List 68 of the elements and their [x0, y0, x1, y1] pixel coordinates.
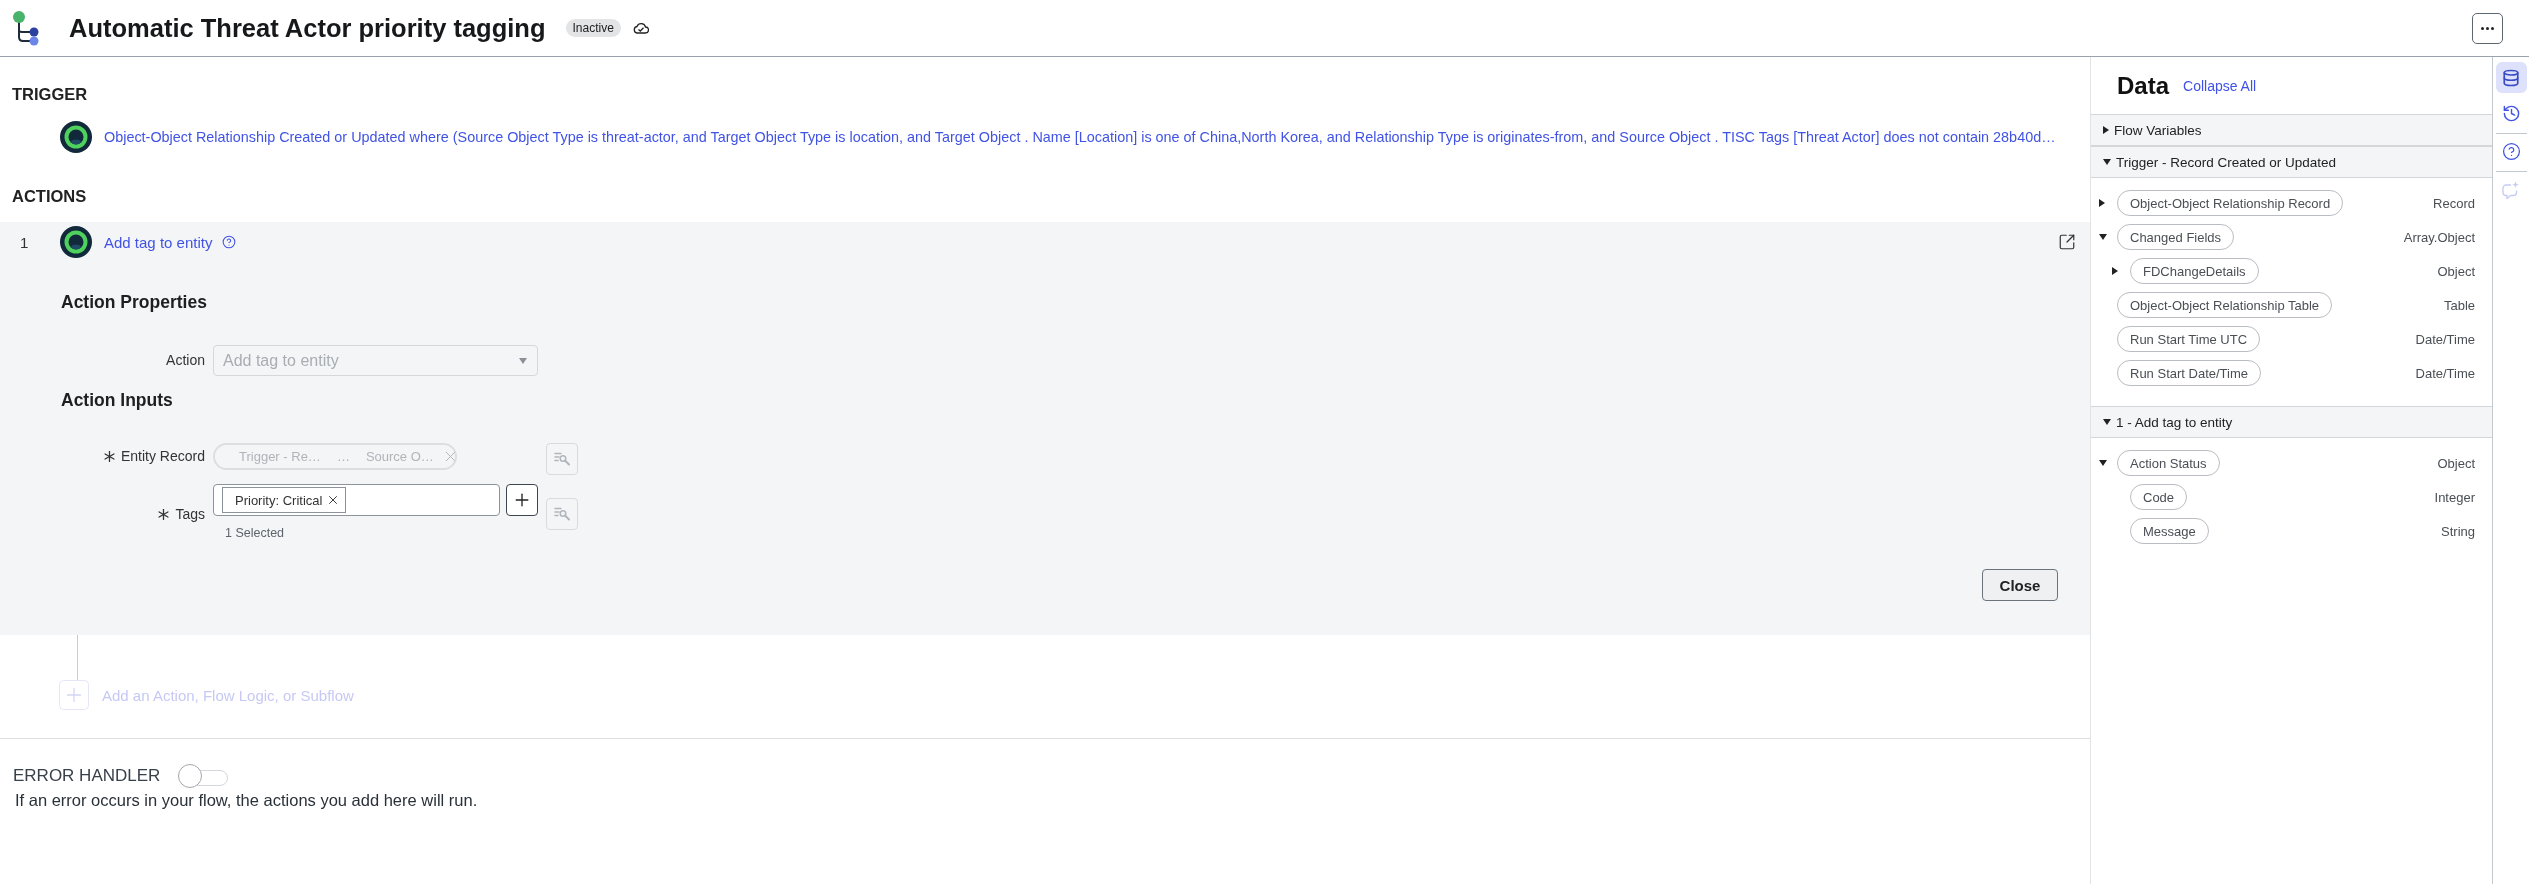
data-pill[interactable]: Run Start Date/Time	[2117, 360, 2261, 386]
data-type: Date/Time	[2415, 365, 2475, 381]
section-header[interactable]: Trigger - Record Created or Updated	[2091, 147, 2492, 178]
data-type: Record	[2433, 195, 2475, 211]
caret-down-icon[interactable]	[2099, 234, 2107, 240]
list-search-icon	[554, 452, 570, 466]
error-handler-description: If an error occurs in your flow, the actions you add here will run.	[15, 791, 478, 810]
subsection-heading: Action Inputs	[61, 389, 173, 412]
trigger-link[interactable]: Object-Object Relationship Created or Updated where (Source Object Type is threat-actor, and Target Object Type is location, and Target Object . Name [Location] is one of China,North Korea, and Relationship Type is originates-from, and Source Object . TISC Tags [Threat Actor] does not contain 28b40d…	[104, 129, 2056, 145]
section-header[interactable]: 1 - Add tag to entity	[2091, 407, 2492, 438]
connector-line	[77, 635, 78, 680]
more-button[interactable]	[2472, 12, 2503, 44]
caret-right-icon[interactable]	[2112, 267, 2118, 275]
list-search-icon	[554, 507, 570, 521]
error-handler-toggle[interactable]	[178, 764, 229, 788]
caret-down-icon[interactable]	[2099, 460, 2107, 466]
data-type: String	[2441, 523, 2475, 539]
data-pill[interactable]: Object-Object Relationship Table	[2117, 292, 2333, 318]
ring-icon	[60, 121, 92, 153]
data-pill[interactable]: Run Start Time UTC	[2117, 326, 2261, 352]
database-icon	[2502, 68, 2520, 87]
action-link[interactable]: Add tag to entity	[104, 233, 213, 251]
section-heading: TRIGGER	[12, 84, 88, 105]
tag-label: Priority: Critical	[235, 492, 323, 508]
panel-title: Data	[2117, 71, 2170, 100]
add-tag-button[interactable]	[506, 484, 538, 516]
data-pill[interactable]: FDChangeDetails	[2130, 258, 2259, 284]
help-icon	[2501, 142, 2521, 161]
data-pill[interactable]: Action Status	[2117, 450, 2220, 476]
section-header[interactable]: Flow Variables	[2091, 115, 2492, 146]
data-type: Array.Object	[2403, 229, 2475, 245]
step-number: 1	[19, 233, 30, 251]
field-label: Tags	[175, 506, 205, 522]
path-label: …	[336, 449, 350, 464]
data-type: Table	[2443, 297, 2475, 313]
close-button[interactable]: Close	[1982, 569, 2058, 601]
selection-count: 1 Selected	[225, 525, 285, 541]
status-badge: Inactive	[565, 19, 621, 37]
path-label: Source O…	[365, 449, 434, 464]
data-pill[interactable]: Code	[2130, 484, 2188, 510]
data-pill[interactable]: Message	[2130, 518, 2209, 544]
collapse-all-link[interactable]: Collapse All	[2183, 77, 2257, 94]
error-handler-label: ERROR HANDLER	[13, 766, 161, 786]
data-pill[interactable]: Object-Object Relationship Record	[2117, 190, 2344, 216]
data-type: Integer	[2434, 489, 2475, 505]
flow-title: Automatic Threat Actor priority tagging	[69, 13, 546, 43]
database-button[interactable]	[2495, 62, 2527, 93]
subsection-heading: Action Properties	[61, 291, 207, 314]
ellipsis-icon	[2481, 26, 2494, 30]
cloud-check-icon	[632, 22, 649, 34]
section-heading: ACTIONS	[12, 186, 87, 207]
chat-sparkle-icon	[2502, 180, 2520, 199]
branch-tree-icon	[12, 10, 40, 46]
caret-right-icon[interactable]	[2099, 199, 2105, 207]
plus-icon	[59, 680, 89, 710]
field-label: Action	[166, 352, 205, 368]
data-type: Date/Time	[2415, 331, 2475, 347]
field-label: Entity Record	[120, 448, 205, 464]
data-type: Object	[2437, 455, 2475, 471]
ring-icon	[60, 226, 92, 258]
help-icon[interactable]	[222, 235, 237, 249]
data-type: Object	[2437, 263, 2475, 279]
path-label: Trigger - Re…	[239, 449, 321, 464]
data-pill[interactable]: Changed Fields	[2117, 224, 2235, 250]
caret-down-icon	[519, 357, 527, 364]
external-link-icon[interactable]	[2058, 233, 2076, 251]
history-icon	[2501, 104, 2521, 123]
tags-field[interactable]: Priority: Critical	[213, 484, 500, 516]
